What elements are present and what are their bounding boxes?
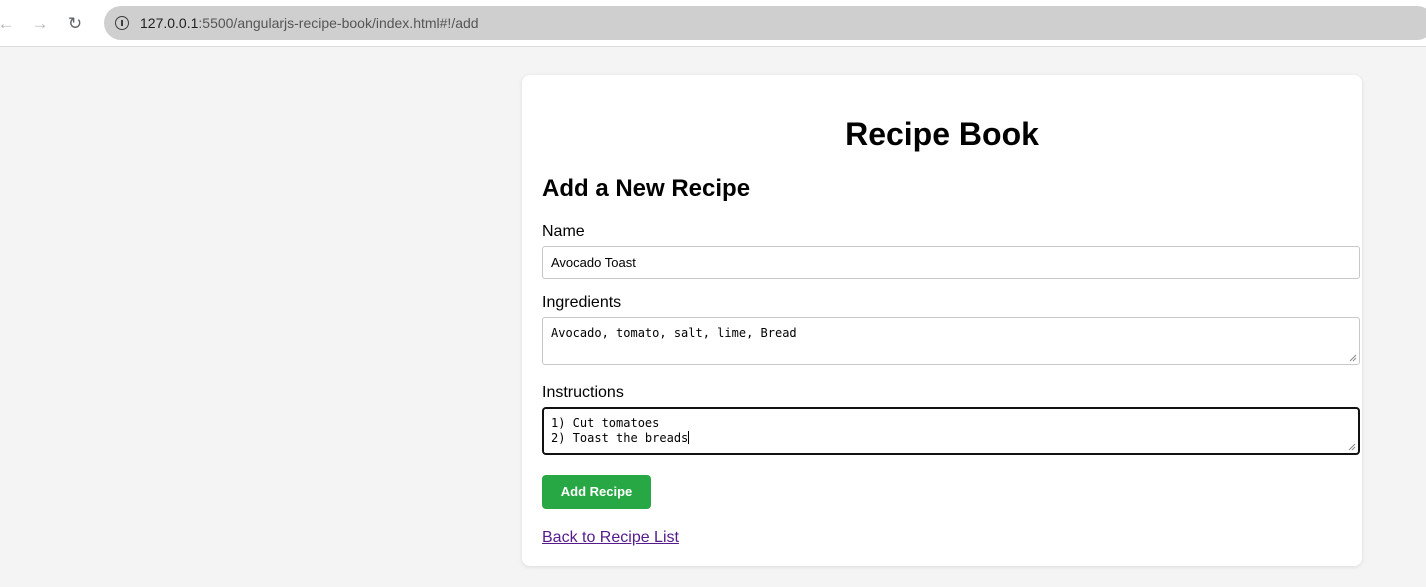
url-text: 127.0.0.1:5500/angularjs-recipe-book/ind… bbox=[140, 15, 479, 31]
app-title: Recipe Book bbox=[845, 116, 1039, 152]
text-caret bbox=[688, 431, 690, 444]
instructions-text: 1) Cut tomatoes 2) Toast the breads bbox=[551, 416, 689, 445]
instructions-label: Instructions bbox=[542, 384, 624, 401]
back-to-list-link[interactable]: Back to Recipe List bbox=[542, 528, 679, 548]
add-recipe-button[interactable]: Add Recipe bbox=[542, 475, 651, 509]
info-icon bbox=[115, 16, 129, 30]
site-info-button[interactable] bbox=[110, 11, 134, 35]
name-input[interactable]: Avocado Toast bbox=[542, 246, 1360, 279]
reload-button[interactable]: ↻ bbox=[63, 11, 87, 35]
resize-grip-icon[interactable] bbox=[1348, 443, 1356, 451]
url-path: :5500/angularjs-recipe-book/index.html#!… bbox=[198, 15, 479, 31]
ingredients-label: Ingredients bbox=[542, 294, 622, 311]
address-bar[interactable]: 127.0.0.1:5500/angularjs-recipe-book/ind… bbox=[104, 6, 1426, 40]
url-host: 127.0.0.1 bbox=[140, 15, 199, 31]
browser-toolbar: ← → ↻ 127.0.0.1:5500/angularjs-recipe-bo… bbox=[0, 0, 1426, 47]
page-title: Add a New Recipe bbox=[542, 175, 751, 202]
resize-grip-icon[interactable] bbox=[1349, 354, 1357, 362]
forward-button[interactable]: → bbox=[28, 11, 52, 35]
arrow-right-icon: → bbox=[31, 13, 49, 33]
ingredients-text: Avocado, tomato, salt, lime, Bread bbox=[551, 326, 797, 340]
instructions-textarea[interactable]: 1) Cut tomatoes 2) Toast the breads bbox=[542, 407, 1360, 455]
arrow-left-icon: ← bbox=[0, 13, 15, 33]
name-label: Name bbox=[542, 223, 585, 240]
reload-icon: ↻ bbox=[67, 13, 83, 33]
ingredients-textarea[interactable]: Avocado, tomato, salt, lime, Bread bbox=[542, 317, 1360, 365]
back-button[interactable]: ← bbox=[0, 11, 18, 35]
